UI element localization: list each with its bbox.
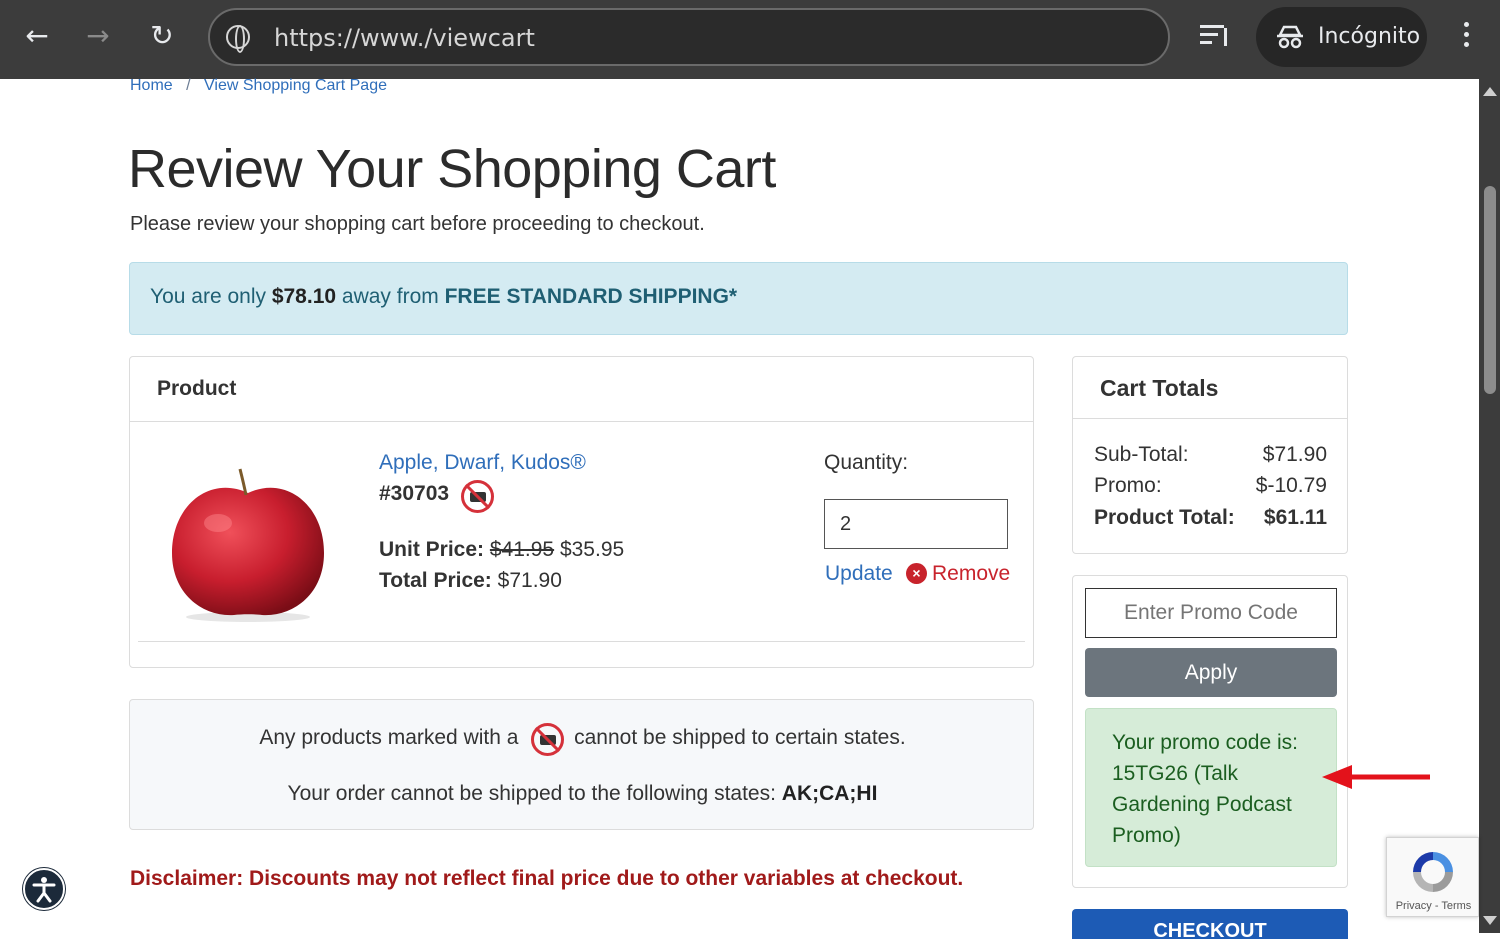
product-image[interactable] (170, 465, 326, 625)
promo-label: Promo: (1094, 474, 1162, 497)
reload-icon[interactable]: ↻ (142, 16, 182, 56)
breadcrumb: Home / View Shopping Cart Page (130, 77, 387, 95)
promo-value: $-10.79 (1255, 474, 1327, 497)
shipping-restriction-notice: Any products marked with a cannot be shi… (129, 699, 1034, 830)
cart-totals-header: Cart Totals (1073, 357, 1347, 419)
page-title: Review Your Shopping Cart (128, 139, 776, 199)
breadcrumb-separator: / (186, 77, 191, 94)
red-arrow-annotation (1322, 765, 1430, 789)
unit-price: Unit Price: $41.95 $35.95 (379, 538, 624, 562)
no-shipping-icon (461, 480, 494, 513)
unit-price-old: $41.95 (489, 538, 555, 561)
product-card: Product Apple, Dwarf, Kudos® #30703 Unit… (129, 356, 1034, 668)
promo-code-input[interactable] (1085, 588, 1337, 638)
notice-line2-prefix: Your order cannot be shipped to the foll… (287, 782, 776, 805)
accessibility-icon (32, 877, 56, 903)
no-shipping-icon (531, 723, 564, 756)
recaptcha-separator: - (1434, 900, 1439, 912)
address-bar[interactable]: https://www./viewcart (208, 8, 1170, 66)
kebab-menu-icon[interactable] (1456, 22, 1476, 52)
recaptcha-badge[interactable]: Privacy - Terms (1386, 837, 1479, 917)
quantity-label: Quantity: (824, 451, 909, 474)
total-price-label: Total Price: (379, 569, 492, 592)
globe-icon[interactable] (226, 25, 250, 53)
page-scrollbar[interactable] (1479, 79, 1500, 933)
promo-success-alert: Your promo code is: 15TG26 (Talk Gardeni… (1085, 708, 1337, 867)
cart-totals-card: Cart Totals Sub-Total: $71.90 Promo: $-1… (1072, 356, 1348, 554)
back-arrow-icon[interactable]: ← (17, 16, 57, 56)
checkout-button[interactable]: CHECKOUT (1072, 909, 1348, 939)
scroll-up-arrow-icon[interactable] (1483, 87, 1497, 96)
remove-x-icon[interactable]: × (906, 563, 927, 584)
notice-line1-prefix: Any products marked with a (259, 726, 519, 749)
scrollbar-thumb[interactable] (1484, 186, 1496, 394)
product-name-link[interactable]: Apple, Dwarf, Kudos® (379, 451, 586, 475)
accessibility-button[interactable] (23, 868, 65, 910)
subtotal-label: Sub-Total: (1094, 443, 1189, 466)
notice-line1-suffix: cannot be shipped to certain states. (574, 726, 906, 749)
disclaimer-text: Disclaimer: Discounts may not reflect fi… (130, 867, 964, 890)
media-control-icon[interactable] (1200, 22, 1232, 52)
forward-arrow-icon[interactable]: → (78, 16, 118, 56)
banner-middle: away from (341, 285, 439, 308)
update-link[interactable]: Update (825, 562, 893, 586)
banner-prefix: You are only (150, 285, 266, 308)
quantity-input[interactable] (824, 499, 1008, 549)
unit-price-label: Unit Price: (379, 538, 485, 561)
breadcrumb-home-link[interactable]: Home (130, 77, 173, 94)
incognito-badge[interactable]: Incógnito (1256, 7, 1427, 67)
banner-highlight: FREE STANDARD SHIPPING* (444, 285, 738, 308)
incognito-label: Incógnito (1318, 24, 1421, 49)
browser-toolbar: ← → ↻ https://www./viewcart Incógnito (0, 0, 1500, 79)
divider (138, 641, 1025, 642)
breadcrumb-current-link[interactable]: View Shopping Cart Page (204, 77, 387, 94)
total-price-value: $71.90 (497, 569, 562, 592)
incognito-icon (1277, 25, 1303, 49)
remove-link[interactable]: Remove (932, 562, 1010, 586)
promo-code-card: Apply Your promo code is: 15TG26 (Talk G… (1072, 575, 1348, 888)
subtotal-value: $71.90 (1262, 443, 1327, 466)
page-subtitle: Please review your shopping cart before … (130, 213, 705, 235)
recaptcha-icon (1413, 852, 1453, 892)
recaptcha-links: Privacy - Terms (1387, 900, 1480, 912)
url-text[interactable]: https://www./viewcart (274, 24, 535, 52)
product-total-row: Product Total: $61.11 (1094, 506, 1327, 530)
restricted-states: AK;CA;HI (781, 782, 878, 805)
total-price: Total Price: $71.90 (379, 569, 562, 593)
notice-line-2: Your order cannot be shipped to the foll… (130, 782, 1035, 806)
product-total-label: Product Total: (1094, 506, 1235, 529)
product-sku: #30703 (379, 482, 450, 505)
free-shipping-banner: You are only $78.10 away from FREE STAND… (129, 262, 1348, 335)
banner-amount: $78.10 (271, 285, 337, 308)
recaptcha-terms-link[interactable]: Terms (1441, 900, 1471, 912)
apply-button[interactable]: Apply (1085, 648, 1337, 697)
scroll-down-arrow-icon[interactable] (1483, 916, 1497, 925)
product-card-header: Product (130, 357, 1033, 422)
product-total-value: $61.11 (1263, 506, 1327, 529)
notice-line-1: Any products marked with a cannot be shi… (130, 726, 1035, 750)
recaptcha-privacy-link[interactable]: Privacy (1396, 900, 1432, 912)
promo-row: Promo: $-10.79 (1094, 474, 1327, 498)
subtotal-row: Sub-Total: $71.90 (1094, 443, 1327, 467)
unit-price-new: $35.95 (559, 538, 625, 561)
